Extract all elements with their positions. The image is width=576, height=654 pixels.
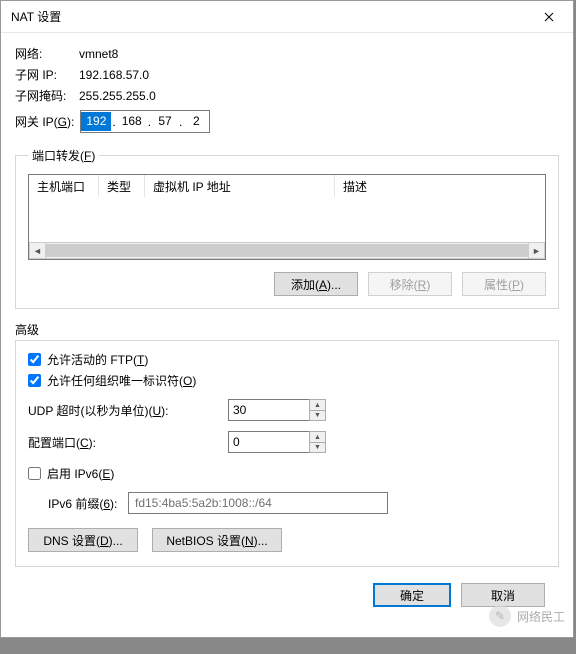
horizontal-scrollbar[interactable]: ◄ ► (29, 242, 545, 259)
allow-oui-checkbox[interactable] (28, 374, 41, 387)
allow-ftp-label: 允许活动的 FTP(T) (47, 351, 148, 368)
network-row: 网络: vmnet8 (15, 45, 559, 62)
ok-button[interactable]: 确定 (373, 583, 451, 607)
dialog-footer: 确定 取消 (15, 573, 559, 607)
config-port-row: 配置端口(C): ▲ ▼ (28, 431, 546, 453)
udp-timeout-label: UDP 超时(以秒为单位)(U): (28, 402, 228, 419)
scroll-thumb[interactable] (46, 244, 528, 257)
scroll-right-icon[interactable]: ► (528, 242, 545, 259)
remove-button: 移除(R) (368, 272, 452, 296)
ip-seg-3[interactable] (152, 112, 178, 131)
gateway-ip-input[interactable]: . . . (80, 110, 210, 133)
subnet-mask-row: 子网掩码: 255.255.255.0 (15, 87, 559, 104)
scroll-track[interactable] (46, 242, 528, 259)
ipv6-prefix-label: IPv6 前缀(6): (48, 495, 128, 512)
advanced-group: 允许活动的 FTP(T) 允许任何组织唯一标识符(O) UDP 超时(以秒为单位… (15, 340, 559, 567)
allow-ftp-row: 允许活动的 FTP(T) (28, 351, 546, 368)
spin-up-icon[interactable]: ▲ (309, 399, 326, 410)
config-port-input[interactable] (228, 431, 310, 453)
ip-seg-2[interactable] (117, 112, 147, 131)
subnet-mask-label: 子网掩码: (15, 87, 79, 104)
port-forward-group: 端口转发(F) 主机端口 类型 虚拟机 IP 地址 描述 ◄ ► 添加(A)..… (15, 147, 559, 309)
subnet-ip-row: 子网 IP: 192.168.57.0 (15, 66, 559, 83)
gateway-row: 网关 IP(G): . . . (15, 110, 559, 133)
gateway-label: 网关 IP(G): (15, 113, 74, 130)
col-type[interactable]: 类型 (99, 175, 145, 197)
nat-settings-dialog: NAT 设置 网络: vmnet8 子网 IP: 192.168.57.0 子网… (0, 0, 574, 638)
udp-timeout-spinner[interactable]: ▲ ▼ (310, 399, 326, 421)
watermark-icon: ✎ (489, 605, 511, 627)
watermark: ✎ 网络民工 (489, 605, 565, 627)
advanced-buttons: DNS 设置(D)... NetBIOS 设置(N)... (28, 528, 546, 552)
port-forward-buttons: 添加(A)... 移除(R) 属性(P) (28, 272, 546, 296)
config-port-label: 配置端口(C): (28, 434, 228, 451)
netbios-settings-button[interactable]: NetBIOS 设置(N)... (152, 528, 282, 552)
add-button[interactable]: 添加(A)... (274, 272, 358, 296)
advanced-label: 高级 (15, 321, 559, 338)
table-header: 主机端口 类型 虚拟机 IP 地址 描述 (29, 175, 545, 197)
properties-button: 属性(P) (462, 272, 546, 296)
udp-timeout-row: UDP 超时(以秒为单位)(U): ▲ ▼ (28, 399, 546, 421)
dialog-content: 网络: vmnet8 子网 IP: 192.168.57.0 子网掩码: 255… (1, 33, 573, 619)
enable-ipv6-checkbox[interactable] (28, 467, 41, 480)
port-forward-legend: 端口转发(F) (28, 147, 99, 164)
spin-down-icon[interactable]: ▼ (309, 442, 326, 453)
watermark-text: 网络民工 (517, 608, 565, 625)
ip-seg-4[interactable] (183, 112, 209, 131)
close-icon (544, 12, 554, 22)
allow-oui-row: 允许任何组织唯一标识符(O) (28, 372, 546, 389)
subnet-ip-label: 子网 IP: (15, 66, 79, 83)
spin-up-icon[interactable]: ▲ (309, 431, 326, 442)
ip-seg-1[interactable] (81, 112, 111, 131)
ipv6-prefix-row: IPv6 前缀(6): (48, 492, 546, 514)
enable-ipv6-row: 启用 IPv6(E) (28, 465, 546, 482)
subnet-mask-value: 255.255.255.0 (79, 89, 156, 103)
close-button[interactable] (529, 3, 569, 31)
cancel-button[interactable]: 取消 (461, 583, 545, 607)
config-port-spinner[interactable]: ▲ ▼ (310, 431, 326, 453)
spin-down-icon[interactable]: ▼ (309, 410, 326, 421)
col-host-port[interactable]: 主机端口 (29, 175, 99, 197)
port-forward-table[interactable]: 主机端口 类型 虚拟机 IP 地址 描述 ◄ ► (28, 174, 546, 260)
subnet-ip-value: 192.168.57.0 (79, 68, 149, 82)
ipv6-prefix-input (128, 492, 388, 514)
allow-oui-label: 允许任何组织唯一标识符(O) (47, 372, 196, 389)
col-desc[interactable]: 描述 (335, 175, 545, 197)
col-vm-ip[interactable]: 虚拟机 IP 地址 (145, 175, 335, 197)
network-value: vmnet8 (79, 47, 118, 61)
dialog-title: NAT 设置 (11, 8, 529, 25)
enable-ipv6-label: 启用 IPv6(E) (47, 465, 114, 482)
titlebar: NAT 设置 (1, 1, 573, 33)
scroll-left-icon[interactable]: ◄ (29, 242, 46, 259)
udp-timeout-input[interactable] (228, 399, 310, 421)
dns-settings-button[interactable]: DNS 设置(D)... (28, 528, 138, 552)
allow-ftp-checkbox[interactable] (28, 353, 41, 366)
network-label: 网络: (15, 45, 79, 62)
